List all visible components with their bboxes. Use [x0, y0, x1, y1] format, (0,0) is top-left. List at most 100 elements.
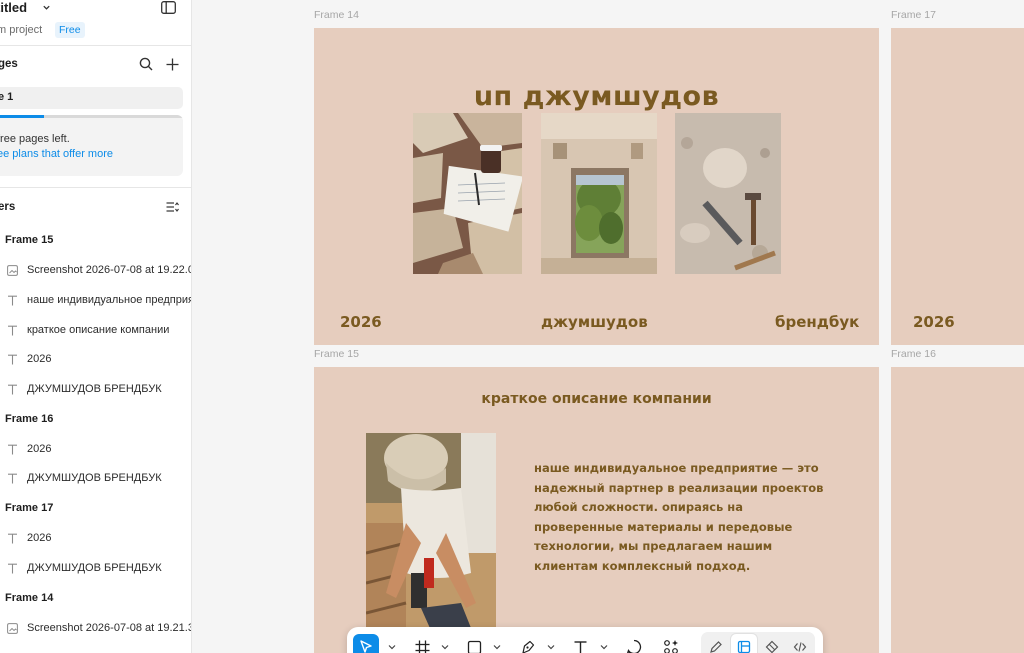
upgrade-link[interactable]: ee plans that offer more — [0, 148, 113, 160]
layer-item-label: Screenshot 2026-07-08 at 19.22.0 — [27, 264, 192, 276]
layer-frame-17[interactable]: Frame 17 — [5, 502, 53, 514]
frame-15[interactable]: краткое описание компании наше индивидуа… — [314, 367, 879, 653]
photo-worker-drill — [366, 433, 496, 653]
layer-item-label: ДЖУМШУДОВ БРЕНДБУК — [27, 562, 162, 574]
comment-tool-button[interactable] — [621, 634, 647, 653]
chevron-down-icon[interactable] — [388, 644, 396, 650]
text-layer-icon — [8, 533, 17, 544]
layer-item-label: краткое описание компании — [27, 324, 170, 336]
rectangle-tool-button[interactable] — [461, 634, 487, 653]
frame-label-14[interactable]: Frame 14 — [314, 9, 359, 21]
layer-frame-15[interactable]: Frame 15 — [5, 234, 53, 246]
company-description-text: наше индивидуальное предприятие — это на… — [534, 461, 824, 573]
page-item-label: e 1 — [0, 91, 14, 103]
divider — [0, 187, 191, 188]
project-label: m project — [0, 24, 43, 36]
image-layer-icon — [7, 265, 18, 276]
frame-17[interactable]: 2026 — [891, 28, 1024, 345]
frame-label-17[interactable]: Frame 17 — [891, 9, 936, 21]
pencil-icon — [710, 641, 722, 653]
layer-item[interactable]: наше индивидуальное предприя — [7, 294, 192, 308]
cursor-icon — [360, 640, 372, 653]
actions-button[interactable] — [658, 634, 684, 653]
text-tool-button[interactable] — [567, 634, 593, 653]
layer-frame-14[interactable]: Frame 14 — [5, 592, 53, 604]
chevron-down-icon[interactable] — [493, 644, 501, 650]
move-tool-button[interactable] — [353, 634, 379, 653]
layer-item[interactable]: ДЖУМШУДОВ БРЕНДБУК — [7, 562, 191, 576]
layer-item[interactable]: Screenshot 2026-07-08 at 19.21.3 — [7, 622, 192, 636]
frame-icon — [415, 640, 429, 653]
text-layer-icon — [8, 563, 17, 574]
photo-bricks-coffee — [413, 113, 522, 274]
pages-usage-bar — [0, 115, 183, 118]
text-icon — [574, 640, 586, 653]
photo-stones-tools — [675, 113, 781, 274]
layer-item[interactable]: ДЖУМШУДОВ БРЕНДБУК — [7, 383, 191, 397]
pages-usage-fill — [0, 115, 44, 118]
chevron-down-icon[interactable] — [42, 3, 51, 12]
frame-14[interactable]: uп джумшудов 2026 джумшудов брендбук — [314, 28, 879, 345]
layer-item-label: 2026 — [27, 443, 52, 455]
left-sidebar: titled m project Free ges e 1 free pages… — [0, 0, 192, 653]
sidebar-toggle-icon[interactable] — [161, 1, 176, 14]
layer-item-label: ДЖУМШУДОВ БРЕНДБУК — [27, 383, 162, 395]
file-title-text: titled — [0, 0, 28, 15]
brandbook-title: uп джумшудов — [473, 81, 720, 112]
footer-brandbook: брендбук — [775, 313, 860, 331]
layer-frame-16[interactable]: Frame 16 — [5, 413, 53, 425]
code-icon — [793, 642, 807, 652]
mode-switcher — [701, 632, 815, 653]
footer-year: 2026 — [913, 313, 955, 331]
layer-item-label: 2026 — [27, 532, 52, 544]
dev-mode-button[interactable] — [787, 634, 813, 653]
upgrade-notice: free pages left. ee plans that offer mor… — [0, 115, 183, 176]
design-mode-icon — [737, 640, 751, 653]
pen-icon — [521, 640, 534, 653]
plus-icon — [166, 58, 178, 70]
chevron-down-icon[interactable] — [600, 644, 608, 650]
layer-item-label: 2026 — [27, 353, 52, 365]
frame-label-15[interactable]: Frame 15 — [314, 348, 359, 360]
layers-heading: ers — [0, 201, 16, 213]
photo-window-trees — [541, 113, 657, 274]
prototype-mode-button[interactable] — [759, 634, 785, 653]
frame-16[interactable] — [891, 367, 1024, 653]
layer-options-button[interactable] — [164, 199, 180, 215]
text-layer-icon — [8, 295, 17, 306]
draw-mode-button[interactable] — [703, 634, 729, 653]
layer-item[interactable]: Screenshot 2026-07-08 at 19.22.0 — [7, 264, 192, 278]
layer-item[interactable]: 2026 — [7, 353, 191, 367]
frame-tool-button[interactable] — [409, 634, 435, 653]
page-item-current[interactable]: e 1 — [0, 87, 183, 109]
text-layer-icon — [8, 325, 17, 336]
layer-item-label: Screenshot 2026-07-08 at 19.21.3 — [27, 622, 192, 634]
divider — [0, 45, 191, 46]
layer-item[interactable]: 2026 — [7, 443, 191, 457]
search-pages-button[interactable] — [138, 56, 154, 72]
frame-label-16[interactable]: Frame 16 — [891, 348, 936, 360]
actions-icon — [664, 640, 678, 653]
text-layer-icon — [8, 354, 17, 365]
layer-item[interactable]: краткое описание компании — [7, 324, 191, 338]
comment-icon — [626, 639, 642, 653]
layer-item[interactable]: ДЖУМШУДОВ БРЕНДБУК — [7, 472, 191, 486]
design-mode-button[interactable] — [731, 634, 757, 653]
bottom-toolbar — [347, 627, 823, 653]
image-layer-icon — [7, 623, 18, 634]
text-layer-icon — [8, 473, 17, 484]
layer-item-label: наше индивидуальное предприя — [27, 294, 192, 306]
chevron-down-icon[interactable] — [547, 644, 555, 650]
chevron-down-icon[interactable] — [441, 644, 449, 650]
search-icon — [139, 57, 153, 71]
rectangle-icon — [467, 640, 481, 653]
footer-year: 2026 — [340, 313, 382, 331]
text-layer-icon — [8, 444, 17, 455]
pen-tool-button[interactable] — [514, 634, 540, 653]
file-title[interactable]: titled — [0, 0, 27, 15]
add-page-button[interactable] — [164, 56, 180, 72]
upgrade-notice-text: free pages left. — [0, 133, 70, 145]
layer-item[interactable]: 2026 — [7, 532, 191, 546]
pages-heading: ges — [0, 58, 18, 70]
footer-brand-name: джумшудов — [541, 313, 648, 331]
